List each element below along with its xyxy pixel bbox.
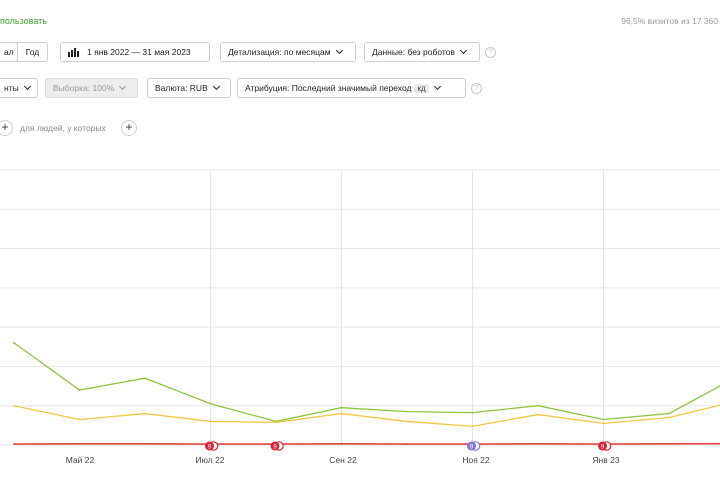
data-point[interactable] [406, 420, 408, 423]
data-point[interactable] [471, 411, 474, 414]
currency-label: Валюта: RUB [155, 83, 208, 93]
people-filter-text: для людей, у которых [20, 123, 106, 133]
data-point[interactable] [668, 416, 670, 419]
tab-year[interactable]: Год [17, 42, 48, 62]
use-link[interactable]: пользовать [0, 16, 47, 26]
add-condition-button[interactable]: + [0, 120, 13, 136]
x-tick-label: Июл 22 [195, 455, 225, 465]
tab-year-label: Год [25, 47, 40, 57]
data-point[interactable] [602, 422, 605, 425]
data-point[interactable] [78, 418, 81, 421]
data-point[interactable] [537, 404, 539, 407]
annotation-marker[interactable]: 9 [270, 441, 284, 451]
add-people-filter-button[interactable]: + [121, 120, 137, 136]
data-point[interactable] [668, 442, 670, 445]
data-point[interactable] [406, 410, 408, 413]
line-chart: 999999 [0, 169, 720, 451]
attribution-dropdown[interactable]: Атрибуция: Последний значимый переход кд [237, 78, 466, 98]
data-point[interactable] [275, 421, 277, 424]
chevron-down-icon [119, 82, 127, 91]
help-icon[interactable]: ? [485, 47, 496, 58]
series-line-1 [13, 404, 720, 427]
data-label: Данные: без роботов [372, 47, 455, 57]
data-point[interactable] [471, 425, 474, 428]
data-point[interactable] [144, 412, 146, 415]
annotation-marker[interactable]: 9 [205, 441, 219, 451]
data-point[interactable] [144, 442, 146, 445]
data-point[interactable] [340, 442, 343, 445]
data-point[interactable] [13, 404, 15, 407]
chevron-down-icon [23, 82, 31, 91]
tab-period[interactable]: ал [0, 42, 18, 62]
date-range-button[interactable]: 1 янв 2022 — 31 мая 2023 [60, 42, 210, 62]
sample-label: Выборка: 100% [53, 83, 115, 93]
chevron-down-icon [433, 82, 441, 91]
x-tick-label: Май 22 [65, 455, 95, 465]
date-range-label: 1 янв 2022 — 31 мая 2023 [87, 47, 191, 57]
data-point[interactable] [13, 443, 15, 445]
data-point[interactable] [340, 412, 343, 415]
annotation-marker[interactable]: 9 [467, 441, 481, 451]
data-point[interactable] [340, 406, 343, 409]
attribution-label: Атрибуция: Последний значимый переход [245, 83, 412, 93]
data-point[interactable] [406, 443, 408, 445]
x-tick-label: Сен 22 [329, 455, 357, 465]
data-point[interactable] [78, 389, 81, 391]
currency-dropdown[interactable]: Валюта: RUB [147, 78, 231, 98]
attribution-tag: кд [414, 83, 429, 93]
x-tick-label: Ноя 22 [462, 455, 490, 465]
chevron-down-icon [335, 46, 343, 55]
data-point[interactable] [602, 418, 605, 421]
data-point[interactable] [209, 420, 212, 423]
data-dropdown[interactable]: Данные: без роботов [364, 42, 480, 62]
help-icon[interactable]: ? [471, 83, 482, 94]
data-point[interactable] [13, 341, 15, 344]
annotation-marker[interactable]: 9 [598, 441, 612, 451]
tab-period-label: ал [4, 47, 14, 57]
chevron-down-icon [212, 82, 220, 91]
data-point[interactable] [144, 377, 146, 380]
detail-label: Детализация: по месяцам [228, 47, 331, 57]
x-tick-label: Янв 23 [592, 455, 620, 465]
data-point[interactable] [668, 412, 670, 415]
detail-dropdown[interactable]: Детализация: по месяцам [220, 42, 356, 62]
sample-dropdown[interactable]: Выборка: 100% [45, 78, 138, 98]
data-point[interactable] [209, 402, 212, 405]
segments-dropdown[interactable]: нты [0, 78, 38, 98]
data-point[interactable] [537, 413, 539, 416]
data-point[interactable] [537, 442, 539, 445]
segments-label: нты [4, 83, 19, 93]
series-line-0 [13, 342, 720, 423]
data-point[interactable] [78, 442, 81, 445]
chevron-down-icon [459, 46, 467, 55]
calendar-icon [68, 47, 80, 57]
visits-stat: 96,5% визитов из 17 360 [621, 16, 718, 26]
